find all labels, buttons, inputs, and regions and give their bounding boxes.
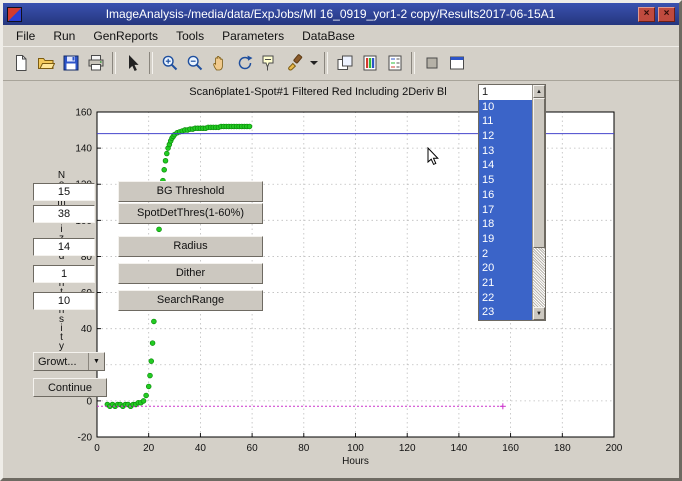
title-bar: ImageAnalysis-/media/data/ExpJobs/MI 16_… xyxy=(3,3,679,25)
dock-figure-icon xyxy=(448,54,466,72)
search-range-input[interactable] xyxy=(33,292,95,310)
pointer-icon xyxy=(124,54,142,72)
insert-legend-button[interactable] xyxy=(382,51,407,76)
toolbar-separator xyxy=(411,52,415,74)
toolbar-separator xyxy=(149,52,153,74)
insert-colorbar-button[interactable] xyxy=(357,51,382,76)
pointer-button[interactable] xyxy=(120,51,145,76)
menu-item-tools[interactable]: Tools xyxy=(167,27,213,45)
print-figure-button[interactable] xyxy=(83,51,108,76)
spot-det-thres-input[interactable] xyxy=(33,205,95,223)
dither-button[interactable]: Dither xyxy=(118,263,263,284)
listbox-item-22[interactable]: 22 xyxy=(479,291,532,306)
app-icon xyxy=(7,7,22,22)
toolbar-separator xyxy=(112,52,116,74)
insert-colorbar-icon xyxy=(361,54,379,72)
close-button[interactable]: × xyxy=(658,7,675,22)
copy-figure-button[interactable] xyxy=(332,51,357,76)
continue-button[interactable]: Continue xyxy=(33,378,107,397)
scroll-down-button[interactable]: ▼ xyxy=(533,307,545,320)
caret-icon xyxy=(309,55,319,71)
menu-item-file[interactable]: File xyxy=(7,27,44,45)
listbox-item-1[interactable]: 1 xyxy=(479,85,532,100)
zoom-in-icon xyxy=(161,54,179,72)
data-cursor-button[interactable] xyxy=(257,51,282,76)
print-figure-icon xyxy=(87,54,105,72)
listbox-item-21[interactable]: 21 xyxy=(479,276,532,291)
menu-item-parameters[interactable]: Parameters xyxy=(213,27,293,45)
listbox-item-17[interactable]: 17 xyxy=(479,203,532,218)
search-range-button[interactable]: SearchRange xyxy=(118,290,263,311)
save-figure-button[interactable] xyxy=(58,51,83,76)
listbox-item-14[interactable]: 14 xyxy=(479,158,532,173)
plot-edit-icon xyxy=(423,54,441,72)
zoom-out-icon xyxy=(186,54,204,72)
app-window: ImageAnalysis-/media/data/ExpJobs/MI 16_… xyxy=(0,0,682,481)
plot-edit-button[interactable] xyxy=(419,51,444,76)
data-cursor-icon xyxy=(261,54,279,72)
listbox-item-12[interactable]: 12 xyxy=(479,129,532,144)
listbox-item-11[interactable]: 11 xyxy=(479,114,532,129)
bg-threshold-input[interactable] xyxy=(33,183,95,201)
rotate-3d-icon xyxy=(236,54,254,72)
copy-figure-icon xyxy=(336,54,354,72)
dither-input[interactable] xyxy=(33,265,95,283)
dock-figure-button[interactable] xyxy=(444,51,469,76)
new-document-icon xyxy=(12,54,30,72)
caret-button[interactable] xyxy=(307,51,320,76)
menu-item-database[interactable]: DataBase xyxy=(293,27,364,45)
bg-threshold-button[interactable]: BG Threshold xyxy=(118,181,263,202)
radius-button[interactable]: Radius xyxy=(118,236,263,257)
listbox-item-16[interactable]: 16 xyxy=(479,188,532,203)
listbox-item-19[interactable]: 19 xyxy=(479,232,532,247)
radius-input[interactable] xyxy=(33,238,95,256)
pan-hand-icon xyxy=(211,54,229,72)
open-folder-icon xyxy=(37,54,55,72)
menu-item-genreports[interactable]: GenReports xyxy=(84,27,167,45)
listbox-item-13[interactable]: 13 xyxy=(479,144,532,159)
listbox-item-2[interactable]: 2 xyxy=(479,247,532,262)
save-figure-icon xyxy=(62,54,80,72)
listbox-item-10[interactable]: 10 xyxy=(479,100,532,115)
menu-item-run[interactable]: Run xyxy=(44,27,84,45)
listbox-item-18[interactable]: 18 xyxy=(479,217,532,232)
listbox-scrollbar[interactable]: ▲ ▼ xyxy=(532,85,545,320)
new-document-button[interactable] xyxy=(8,51,33,76)
toolbar xyxy=(3,46,679,81)
scroll-up-button[interactable]: ▲ xyxy=(533,85,545,98)
zoom-in-button[interactable] xyxy=(157,51,182,76)
zoom-out-button[interactable] xyxy=(182,51,207,76)
listbox-item-15[interactable]: 15 xyxy=(479,173,532,188)
insert-legend-icon xyxy=(386,54,404,72)
brush-icon xyxy=(286,54,304,72)
listbox-item-23[interactable]: 23 xyxy=(479,305,532,320)
chevron-down-icon: ▼ xyxy=(88,353,104,370)
open-folder-button[interactable] xyxy=(33,51,58,76)
scrollbar-track[interactable] xyxy=(533,248,545,307)
brush-button[interactable] xyxy=(282,51,307,76)
toolbar-separator xyxy=(324,52,328,74)
spot-det-thres-button[interactable]: SpotDetThres(1-60%) xyxy=(118,203,263,224)
window-title: ImageAnalysis-/media/data/ExpJobs/MI 16_… xyxy=(26,7,635,21)
scrollbar-thumb[interactable] xyxy=(533,98,545,248)
menu-bar: FileRunGenReportsToolsParametersDataBase xyxy=(3,25,679,46)
rotate-3d-button[interactable] xyxy=(232,51,257,76)
spot-listbox[interactable]: 110111213141516171819220212223 ▲ ▼ xyxy=(478,84,546,321)
minimize-button[interactable]: × xyxy=(638,7,655,22)
growth-dropdown[interactable]: Growt... ▼ xyxy=(33,352,105,371)
listbox-items: 110111213141516171819220212223 xyxy=(479,85,532,320)
pan-hand-button[interactable] xyxy=(207,51,232,76)
growth-dropdown-label: Growt... xyxy=(38,356,77,368)
listbox-item-20[interactable]: 20 xyxy=(479,261,532,276)
mouse-cursor xyxy=(427,147,439,166)
